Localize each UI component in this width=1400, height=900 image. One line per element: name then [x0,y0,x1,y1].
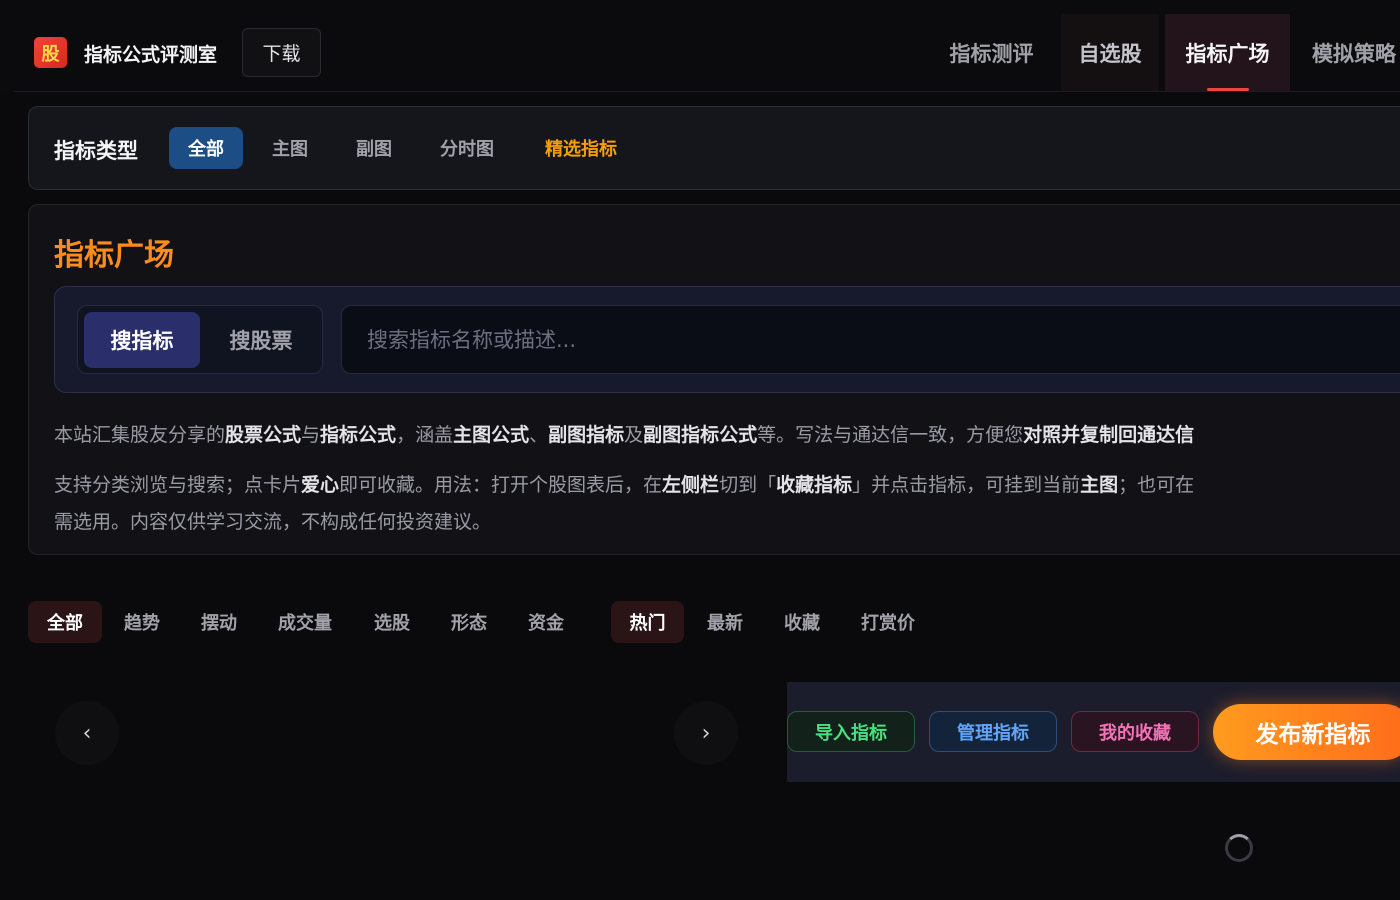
logo-icon[interactable]: 股 [34,37,67,68]
description-line-1: 本站汇集股友分享的股票公式与指标公式，涵盖主图公式、副图指标及副图指标公式等。写… [54,424,1195,446]
download-button[interactable]: 下载 [242,28,321,77]
type-option-main-chart[interactable]: 主图 [257,127,323,169]
search-mode-stock[interactable]: 搜股票 [204,312,318,368]
description-line-3: 需选用。内容仅供学习交流，不构成任何投资建议。 [54,511,492,533]
category-trend[interactable]: 趋势 [112,601,172,643]
my-favorites-button[interactable]: 我的收藏 [1071,711,1199,752]
nav-tab-watchlist[interactable]: 自选股 [1061,14,1159,91]
search-mode-toggle: 搜指标 搜股票 [77,305,323,374]
type-option-featured[interactable]: 精选指标 [527,127,635,169]
sort-tip-price[interactable]: 打赏价 [849,601,927,643]
category-stock-picking[interactable]: 选股 [362,601,422,643]
sort-newest[interactable]: 最新 [695,601,755,643]
indicator-type-label: 指标类型 [54,139,138,163]
brand-title[interactable]: 指标公式评测室 [84,40,217,67]
top-header: 股 指标公式评测室 下载 指标测评 自选股 指标广场 模拟策略 [0,0,1400,92]
description-line-2: 支持分类浏览与搜索；点卡片爱心即可收藏。用法：打开个股图表后，在左侧栏切到「收藏… [54,474,1195,496]
category-all[interactable]: 全部 [28,601,102,643]
publish-indicator-button[interactable]: 发布新指标 [1213,704,1400,760]
indicator-plaza-panel: 指标广场 搜指标 搜股票 本站汇集股友分享的股票公式与指标公式，涵盖主图公式、副… [28,204,1400,555]
category-capital[interactable]: 资金 [516,601,576,643]
action-bar: 导入指标 管理指标 我的收藏 发布新指标 [787,682,1400,782]
sort-favorites[interactable]: 收藏 [772,601,832,643]
manage-indicator-button[interactable]: 管理指标 [929,711,1057,752]
category-volume[interactable]: 成交量 [266,601,344,643]
type-option-sub-chart[interactable]: 副图 [341,127,407,169]
chevron-right-icon[interactable]: › [674,701,738,765]
chevron-left-icon[interactable]: ‹ [55,701,119,765]
page-title: 指标广场 [54,238,174,273]
nav-tab-strategy-sim[interactable]: 模拟策略 [1296,14,1400,91]
type-option-intraday[interactable]: 分时图 [427,127,507,169]
search-mode-indicator[interactable]: 搜指标 [84,312,200,368]
loading-spinner-icon [1225,834,1253,862]
sort-hot[interactable]: 热门 [611,601,684,643]
import-indicator-button[interactable]: 导入指标 [787,711,915,752]
header-divider [14,91,1400,92]
category-oscillator[interactable]: 摆动 [189,601,249,643]
indicator-type-bar: 指标类型 全部 主图 副图 分时图 精选指标 [28,106,1400,190]
type-option-all[interactable]: 全部 [169,127,243,169]
nav-tab-indicator-review[interactable]: 指标测评 [928,14,1055,91]
category-pattern[interactable]: 形态 [439,601,499,643]
search-box: 搜指标 搜股票 [54,286,1400,393]
nav-tab-indicator-plaza[interactable]: 指标广场 [1165,14,1290,91]
search-input[interactable] [341,305,1400,374]
